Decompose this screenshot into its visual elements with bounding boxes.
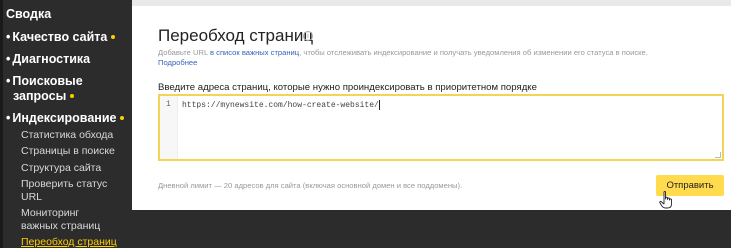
sidebar-item-label: Качество сайта [12,30,108,44]
sidebar-item-label: запросы [13,89,67,103]
urls-textarea[interactable]: 1 https://mynewsite.com/how-create-websi… [158,94,724,161]
bullet: • [6,30,11,44]
textarea-content: https://mynewsite.com/how-create-website… [182,100,380,110]
notification-dot [111,34,116,39]
info-icon[interactable]: i [303,31,313,41]
sidebar-item-label: Сводка [6,7,52,21]
resize-handle-icon[interactable] [715,152,721,158]
url-value: https://mynewsite.com/how-create-website… [182,101,379,111]
bottom-band [132,210,731,248]
sidebar-item-search-queries-line2[interactable]: запросы [13,89,75,104]
important-pages-link[interactable]: в список важных страниц [210,48,299,57]
sidebar-subitem-check-url-status[interactable]: Проверить статус [21,178,107,191]
sidebar-item-label: Диагностика [12,52,91,66]
sidebar-item-indexing[interactable]: • Индексирование [6,111,125,126]
description-text: , чтобы отслеживать индексирование и пол… [299,48,648,57]
sidebar: Сводка • Качество сайта • Диагностика • Пои… [0,0,132,248]
sidebar-subitem-pages-in-search[interactable]: Страницы в поиске [21,145,115,158]
sidebar-edge [0,0,3,248]
hand-pointer-icon [659,191,672,209]
bullet: • [6,74,11,88]
sidebar-subitem-crawl-stats[interactable]: Статистика обхода [21,129,113,142]
sidebar-item-search-queries[interactable]: • Поисковые [6,74,83,89]
urls-input-label: Введите адреса страниц, которые нужно пр… [158,82,537,93]
bullet: • [6,111,11,125]
daily-limit-text: Дневной лимит — 20 адресов для сайта (вк… [158,181,463,190]
page-description: Добавьте URL в список важных страниц, чт… [158,48,648,57]
line-gutter: 1 [160,96,178,159]
text-cursor [378,100,380,110]
sidebar-subitem-important-pages-line2[interactable]: важных страниц [21,220,100,233]
sidebar-item-label: Индексирование [12,111,117,125]
sidebar-subitem-recrawl-pages[interactable]: Переобход страниц [21,236,117,248]
description-text: Добавьте URL [158,48,210,57]
sidebar-item-label: Поисковые [12,74,83,88]
sidebar-item-diagnostics[interactable]: • Диагностика [6,52,90,67]
bullet: • [6,52,11,66]
notification-dot [120,115,125,120]
notification-dot [70,93,75,98]
top-strip [132,0,731,6]
sidebar-subitem-site-structure[interactable]: Структура сайта [21,162,101,175]
sidebar-item-summary[interactable]: Сводка [6,7,51,22]
more-link[interactable]: Подробнее [158,58,197,67]
sidebar-item-site-quality[interactable]: • Качество сайта [6,30,116,45]
line-number: 1 [166,100,171,109]
page-title: Переобход страниц [158,26,314,45]
sidebar-subitem-important-pages[interactable]: Мониторинг [21,207,79,220]
sidebar-subitem-check-url-status-line2[interactable]: URL [21,191,42,204]
